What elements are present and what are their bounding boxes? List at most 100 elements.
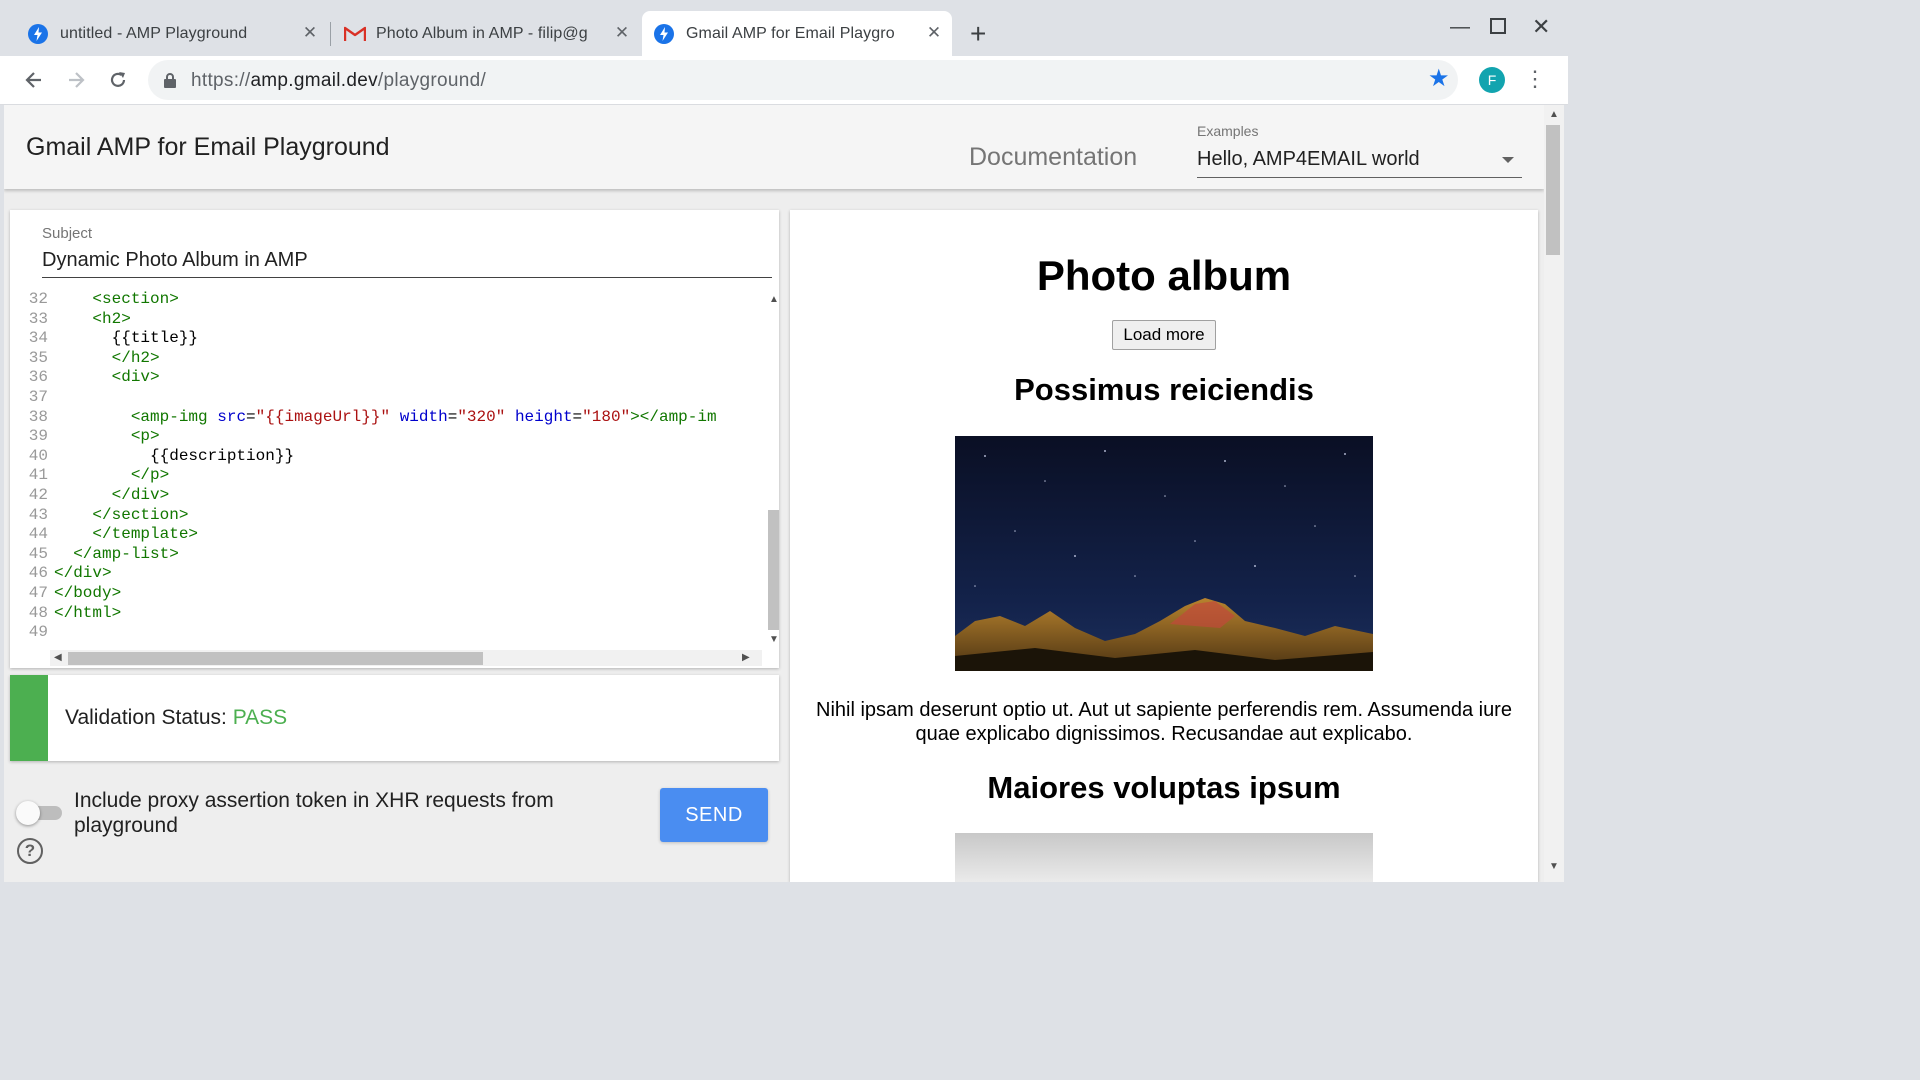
validation-panel: Validation Status: PASS xyxy=(10,675,779,761)
tab-gmail-amp-playground[interactable]: Gmail AMP for Email Playgro ✕ xyxy=(642,11,952,56)
line-number: 35 xyxy=(28,348,48,367)
browser-menu-icon[interactable]: ⋮ xyxy=(1524,66,1546,92)
proxy-token-label: Include proxy assertion token in XHR req… xyxy=(74,789,554,837)
documentation-link[interactable]: Documentation xyxy=(969,143,1137,172)
examples-label: Examples xyxy=(1197,123,1259,139)
code-line[interactable]: 46 </div> xyxy=(10,564,760,584)
code-line[interactable]: 32 <section> xyxy=(10,290,760,310)
lock-icon xyxy=(164,73,176,88)
code-text: </section> xyxy=(92,505,189,524)
email-preview: Photo album Load more Possimus reiciendi… xyxy=(790,210,1538,882)
code-line[interactable]: 36 <div> xyxy=(10,368,760,388)
code-line[interactable]: 34 {{title}} xyxy=(10,329,760,349)
line-number: 44 xyxy=(28,525,48,544)
code-line[interactable]: 47 </body> xyxy=(10,584,760,604)
examples-selected-value: Hello, AMP4EMAIL world xyxy=(1197,148,1420,170)
code-text: </h2> xyxy=(111,348,160,367)
code-text: </template> xyxy=(92,525,199,544)
line-number: 38 xyxy=(28,407,48,426)
reload-icon[interactable] xyxy=(104,66,132,94)
code-line[interactable]: 38 <amp-img src="{{imageUrl}}" width="32… xyxy=(10,408,760,428)
scroll-down-arrow-icon[interactable]: ▼ xyxy=(1549,861,1559,872)
close-window-icon[interactable]: ✕ xyxy=(1532,14,1550,40)
chevron-down-icon xyxy=(1502,157,1514,163)
validation-pass-text: PASS xyxy=(232,706,288,729)
editor-horizontal-scrollbar[interactable]: ◀ ▶ xyxy=(50,650,762,666)
scroll-right-arrow-icon[interactable]: ▶ xyxy=(742,652,750,663)
tab-title: untitled - AMP Playground xyxy=(60,24,248,42)
send-button[interactable]: SEND xyxy=(660,788,768,842)
scroll-down-arrow-icon[interactable]: ▼ xyxy=(769,634,779,645)
code-lines[interactable]: 32 <section> 33 <h2> 34 {{title}} 35 </h2> 3… xyxy=(10,290,760,650)
url-text: https://amp.gmail.dev/playground/ xyxy=(191,70,487,91)
editor-vertical-scrollbar[interactable]: ▲ ▼ xyxy=(766,294,779,648)
code-editor[interactable]: 32 <section> 33 <h2> 34 {{title}} 35 </h2> 3… xyxy=(10,290,779,668)
line-number: 39 xyxy=(28,427,48,446)
address-bar[interactable]: https://amp.gmail.dev/playground/ xyxy=(148,60,1458,100)
tab-title: Photo Album in AMP - filip@g xyxy=(376,24,588,42)
line-number: 49 xyxy=(28,623,48,642)
close-tab-icon[interactable]: ✕ xyxy=(924,23,944,43)
album-item-title: Possimus reiciendis xyxy=(1014,372,1314,407)
gmail-icon xyxy=(344,26,366,41)
code-text: </p> xyxy=(130,466,170,485)
line-number: 43 xyxy=(28,505,48,524)
code-line[interactable]: 44 </template> xyxy=(10,525,760,545)
app-header: Gmail AMP for Email Playground Documenta… xyxy=(4,105,1544,189)
load-more-button[interactable]: Load more xyxy=(1112,320,1216,350)
help-icon[interactable]: ? xyxy=(17,838,43,864)
bookmark-star-icon[interactable]: ★ xyxy=(1428,64,1450,93)
code-line[interactable]: 41 </p> xyxy=(10,466,760,486)
code-line[interactable]: 48 </html> xyxy=(10,604,760,624)
code-line[interactable]: 49 xyxy=(10,623,760,643)
examples-select[interactable]: Hello, AMP4EMAIL world xyxy=(1197,145,1522,178)
minimize-icon[interactable]: — xyxy=(1450,16,1470,39)
new-tab-button[interactable]: + xyxy=(970,20,986,48)
profile-avatar[interactable]: F xyxy=(1479,67,1505,93)
line-number: 37 xyxy=(28,387,48,406)
subject-input[interactable]: Dynamic Photo Album in AMP xyxy=(42,245,772,278)
code-text: </div> xyxy=(111,485,170,504)
line-number: 48 xyxy=(28,603,48,622)
scroll-left-arrow-icon[interactable]: ◀ xyxy=(54,652,62,663)
scrollbar-thumb[interactable] xyxy=(768,510,779,630)
scrollbar-thumb[interactable] xyxy=(1546,125,1560,255)
close-tab-icon[interactable]: ✕ xyxy=(300,23,320,43)
forward-arrow-icon[interactable] xyxy=(62,66,90,94)
browser-tab-strip: untitled - AMP Playground ✕ Photo Album … xyxy=(0,0,1568,56)
page-viewport: Gmail AMP for Email Playground Documenta… xyxy=(4,105,1544,882)
page-title: Gmail AMP for Email Playground xyxy=(26,133,390,161)
code-line[interactable]: 35 </h2> xyxy=(10,349,760,369)
code-text: </html> xyxy=(54,603,122,622)
maximize-icon[interactable] xyxy=(1490,18,1506,34)
validation-status-bar xyxy=(10,675,48,761)
code-text: <h2> xyxy=(92,309,131,328)
back-arrow-icon[interactable] xyxy=(20,66,48,94)
scroll-up-arrow-icon[interactable]: ▲ xyxy=(769,294,779,305)
validation-status: Validation Status: PASS xyxy=(65,706,288,729)
tab-separator xyxy=(330,22,331,46)
code-line[interactable]: 39 <p> xyxy=(10,427,760,447)
line-number: 47 xyxy=(28,583,48,602)
code-line[interactable]: 40 {{description}} xyxy=(10,447,760,467)
code-text: {{title}} xyxy=(111,329,199,348)
amp-bolt-icon xyxy=(28,23,48,44)
scrollbar-thumb[interactable] xyxy=(68,652,483,665)
code-line[interactable]: 42 </div> xyxy=(10,486,760,506)
code-line[interactable]: 37 xyxy=(10,388,760,408)
code-text: {{description}} xyxy=(150,446,295,465)
code-text: </amp-list> xyxy=(73,544,179,563)
proxy-token-toggle[interactable] xyxy=(16,801,62,825)
line-number: 33 xyxy=(28,309,48,328)
code-line[interactable]: 43 </section> xyxy=(10,506,760,526)
code-line[interactable]: 45 </amp-list> xyxy=(10,545,760,565)
amp-bolt-icon xyxy=(654,23,674,44)
page-vertical-scrollbar[interactable]: ▲ ▼ xyxy=(1544,105,1564,882)
close-tab-icon[interactable]: ✕ xyxy=(612,23,632,43)
tab-untitled-amp-playground[interactable]: untitled - AMP Playground ✕ xyxy=(16,11,328,56)
code-line[interactable]: 33 <h2> xyxy=(10,310,760,330)
code-text: <div> xyxy=(111,368,160,387)
scroll-up-arrow-icon[interactable]: ▲ xyxy=(1549,109,1559,120)
tab-photo-album-gmail[interactable]: Photo Album in AMP - filip@g ✕ xyxy=(332,11,640,56)
code-text: <section> xyxy=(92,290,179,308)
